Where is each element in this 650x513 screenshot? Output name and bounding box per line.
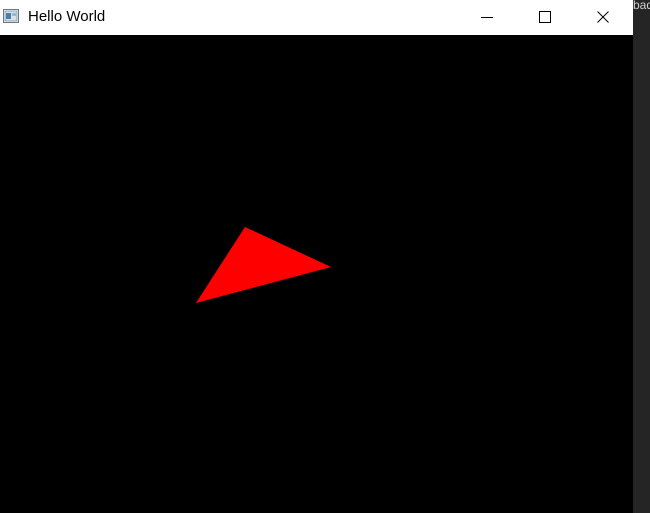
minimize-icon	[481, 16, 493, 18]
window-title: Hello World	[28, 8, 106, 25]
minimize-button[interactable]	[458, 0, 516, 33]
title-bar[interactable]: Hello World	[0, 0, 633, 35]
background-app-window	[633, 0, 650, 513]
app-window: Hello World	[0, 0, 633, 513]
desktop: bad Hello World	[0, 0, 650, 513]
background-app-text: bad	[633, 0, 650, 12]
maximize-icon	[539, 10, 551, 23]
app-window-icon	[3, 9, 19, 23]
maximize-button[interactable]	[516, 0, 574, 33]
close-icon	[597, 10, 609, 23]
red-triangle	[196, 227, 331, 303]
scene	[196, 227, 331, 303]
render-canvas[interactable]	[0, 35, 633, 513]
close-button[interactable]	[574, 0, 632, 33]
